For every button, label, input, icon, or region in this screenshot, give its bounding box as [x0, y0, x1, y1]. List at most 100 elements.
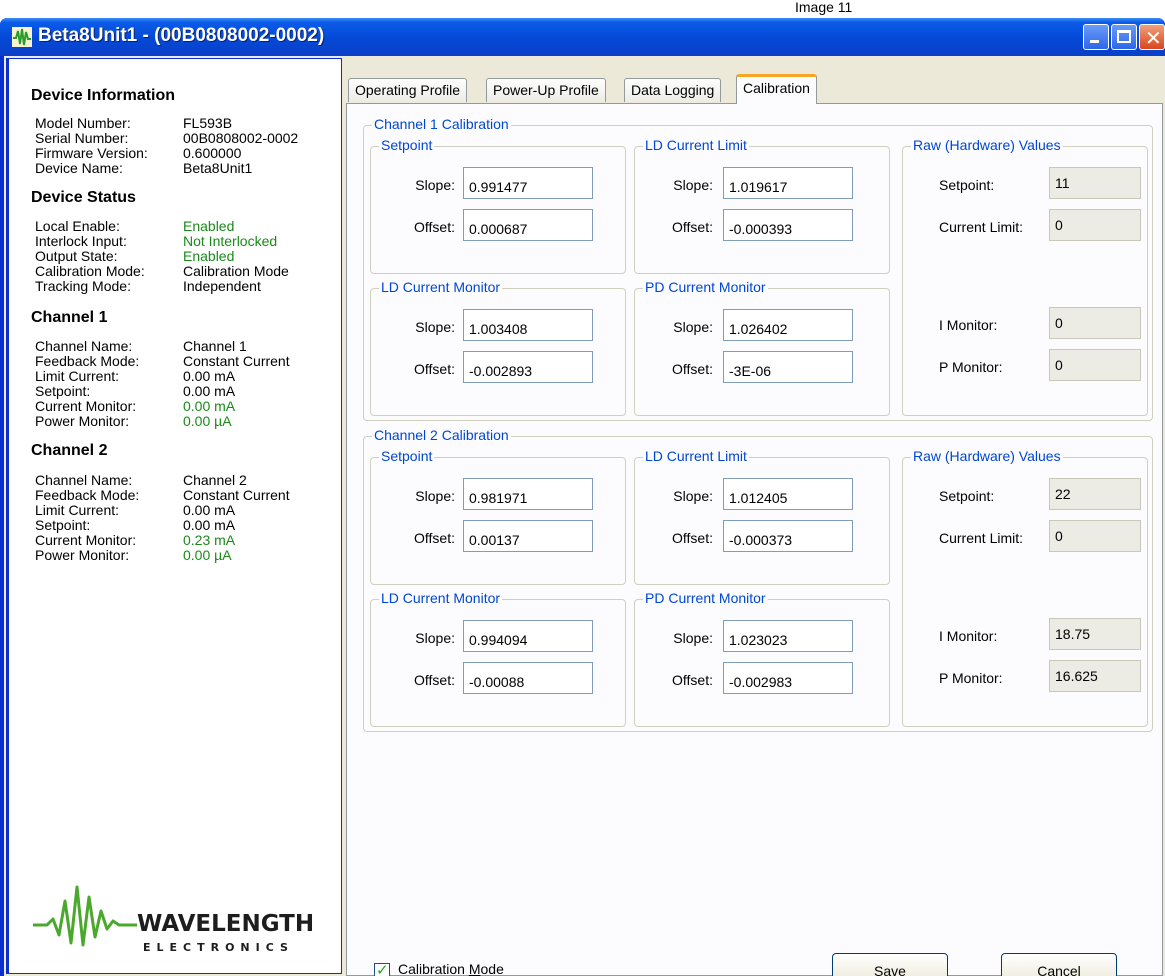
- raw-p-monitor-label: P Monitor:: [939, 670, 1003, 686]
- channel2-row: Limit Current: 0.00 mA: [35, 502, 236, 518]
- channel1-calibration-group: Channel 1 Calibration Setpoint Slope: Of…: [363, 116, 1153, 421]
- minimize-button[interactable]: [1083, 24, 1109, 50]
- ch1-raw-current-limit-value: 0: [1049, 209, 1141, 241]
- tab-power-up-profile[interactable]: Power-Up Profile: [486, 78, 606, 102]
- status-row: Calibration Mode: Calibration Mode: [35, 263, 289, 279]
- app-icon: [12, 27, 32, 47]
- device-info-panel: Device Information Model Number: FL593B S…: [6, 58, 342, 974]
- ch1-pd-monitor-slope-input[interactable]: [723, 309, 853, 341]
- calibration-mode-checkbox[interactable]: ✓: [374, 962, 390, 976]
- checkmark-icon: ✓: [376, 962, 389, 976]
- ch2-setpoint-slope-input[interactable]: [463, 478, 593, 510]
- channel1-row: Setpoint: 0.00 mA: [35, 383, 236, 399]
- channel2-row: Feedback Mode: Constant Current: [35, 487, 290, 503]
- maximize-button[interactable]: [1111, 24, 1137, 50]
- ch2-raw-current-limit-value: 0: [1049, 520, 1141, 552]
- slope-label: Slope:: [673, 488, 713, 504]
- status-row: Interlock Input: Not Interlocked: [35, 233, 278, 249]
- raw-current-limit-label: Current Limit:: [939, 530, 1024, 546]
- info-row: Firmware Version: 0.600000: [35, 145, 242, 161]
- channel2-calibration-title: Channel 2 Calibration: [372, 427, 511, 443]
- info-row: Device Name: Beta8Unit1: [35, 160, 253, 176]
- save-button[interactable]: Save: [832, 953, 948, 976]
- tab-operating-profile[interactable]: Operating Profile: [348, 78, 468, 102]
- offset-label: Offset:: [672, 219, 713, 235]
- channel1-row: Limit Current: 0.00 mA: [35, 368, 236, 384]
- ch1-ld-monitor-offset-input[interactable]: [463, 351, 593, 383]
- ch2-setpoint-offset-input[interactable]: [463, 520, 593, 552]
- channel2-row: Channel Name: Channel 2: [35, 472, 247, 488]
- wavelength-logo: WAVELENGTH ELECTRONICS: [33, 869, 333, 954]
- device-status-heading: Device Status: [31, 189, 136, 206]
- ch1-pd-monitor-offset-input[interactable]: [723, 351, 853, 383]
- maximize-icon: [1117, 30, 1131, 43]
- status-row: Local Enable: Enabled: [35, 218, 235, 234]
- ch2-pd-current-monitor-title: PD Current Monitor: [643, 590, 768, 606]
- channel2-heading: Channel 2: [31, 442, 108, 459]
- raw-i-monitor-label: I Monitor:: [939, 317, 998, 333]
- tab-calibration[interactable]: Calibration: [736, 74, 817, 104]
- ch2-ld-monitor-offset-input[interactable]: [463, 662, 593, 694]
- tab-data-logging[interactable]: Data Logging: [624, 78, 722, 102]
- info-row: Model Number: FL593B: [35, 115, 233, 131]
- ch2-ld-current-monitor-title: LD Current Monitor: [379, 590, 503, 606]
- caption-text: Image 11: [795, 0, 853, 15]
- close-icon: ✕: [1145, 26, 1162, 50]
- ch1-pd-current-monitor-title: PD Current Monitor: [643, 279, 768, 295]
- ch2-pd-monitor-offset-input[interactable]: [723, 662, 853, 694]
- offset-label: Offset:: [414, 219, 455, 235]
- ch1-pd-current-monitor-group: PD Current Monitor Slope: Offset:: [634, 279, 890, 416]
- ch1-ld-monitor-slope-input[interactable]: [463, 309, 593, 341]
- raw-setpoint-label: Setpoint:: [939, 177, 995, 193]
- channel1-row: Power Monitor: 0.00 µA: [35, 413, 232, 429]
- channel1-row: Feedback Mode: Constant Current: [35, 353, 290, 369]
- status-row: Output State: Enabled: [35, 248, 235, 264]
- slope-label: Slope:: [673, 319, 713, 335]
- ch2-setpoint-title: Setpoint: [379, 448, 435, 464]
- ch1-setpoint-group: Setpoint Slope: Offset:: [370, 137, 626, 274]
- ch2-ld-limit-slope-input[interactable]: [723, 478, 853, 510]
- title-bar[interactable]: Beta8Unit1 - (00B0808002-0002) ✕: [0, 18, 1165, 56]
- slope-label: Slope:: [415, 319, 455, 335]
- logo-subtitle: ELECTRONICS: [143, 941, 294, 954]
- slope-label: Slope:: [415, 488, 455, 504]
- minimize-icon: [1090, 40, 1099, 43]
- ch1-ld-current-monitor-title: LD Current Monitor: [379, 279, 503, 295]
- channel1-row: Channel Name: Channel 1: [35, 338, 247, 354]
- ch1-ld-limit-offset-input[interactable]: [723, 209, 853, 241]
- ch2-pd-monitor-slope-input[interactable]: [723, 620, 853, 652]
- raw-current-limit-label: Current Limit:: [939, 219, 1024, 235]
- raw-setpoint-label: Setpoint:: [939, 488, 995, 504]
- ch1-raw-values-group: Raw (Hardware) Values Setpoint: 11 Curre…: [902, 137, 1148, 416]
- offset-label: Offset:: [672, 672, 713, 688]
- ch2-ld-current-limit-group: LD Current Limit Slope: Offset:: [634, 448, 890, 585]
- ch1-setpoint-slope-input[interactable]: [463, 167, 593, 199]
- channel2-calibration-group: Channel 2 Calibration Setpoint Slope: Of…: [363, 427, 1153, 732]
- ch2-ld-monitor-slope-input[interactable]: [463, 620, 593, 652]
- ch1-raw-setpoint-value: 11: [1049, 167, 1141, 199]
- offset-label: Offset:: [672, 530, 713, 546]
- ch2-raw-i-monitor-value: 18.75: [1049, 618, 1141, 650]
- cancel-button[interactable]: Cancel: [1001, 953, 1117, 976]
- caption-strip: Image 11: [0, 0, 1165, 18]
- channel1-calibration-title: Channel 1 Calibration: [372, 116, 511, 132]
- ch1-raw-i-monitor-value: 0: [1049, 307, 1141, 339]
- ch2-raw-values-title: Raw (Hardware) Values: [911, 448, 1063, 464]
- channel2-row: Power Monitor: 0.00 µA: [35, 547, 232, 563]
- offset-label: Offset:: [414, 530, 455, 546]
- ch2-ld-current-monitor-group: LD Current Monitor Slope: Offset:: [370, 590, 626, 727]
- slope-label: Slope:: [415, 177, 455, 193]
- window-title: Beta8Unit1 - (00B0808002-0002): [38, 25, 325, 46]
- ch2-raw-values-group: Raw (Hardware) Values Setpoint: 22 Curre…: [902, 448, 1148, 727]
- client-area: Device Information Model Number: FL593B S…: [4, 56, 1165, 976]
- ch2-ld-limit-offset-input[interactable]: [723, 520, 853, 552]
- offset-label: Offset:: [414, 672, 455, 688]
- ch1-ld-current-monitor-group: LD Current Monitor Slope: Offset:: [370, 279, 626, 416]
- close-button[interactable]: ✕: [1139, 24, 1165, 50]
- ch2-raw-setpoint-value: 22: [1049, 478, 1141, 510]
- ch1-setpoint-offset-input[interactable]: [463, 209, 593, 241]
- ch2-setpoint-group: Setpoint Slope: Offset:: [370, 448, 626, 585]
- info-row: Serial Number: 00B0808002-0002: [35, 130, 299, 146]
- calibration-mode-label[interactable]: Calibration Mode: [398, 961, 504, 976]
- ch1-ld-limit-slope-input[interactable]: [723, 167, 853, 199]
